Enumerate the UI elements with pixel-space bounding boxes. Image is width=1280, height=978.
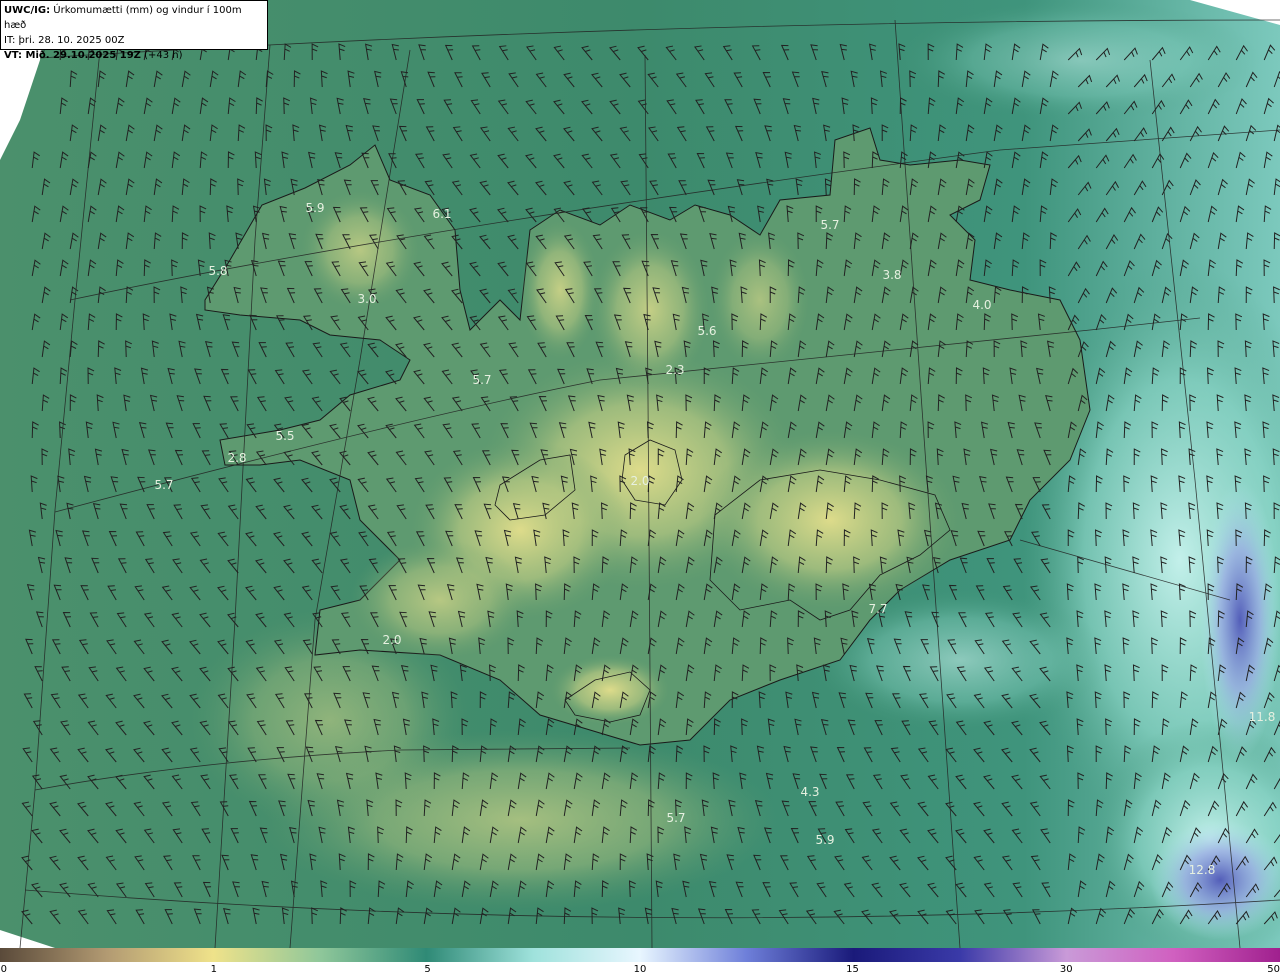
legend-tick-label: 15 — [846, 964, 859, 975]
precip-value: 3.0 — [357, 292, 376, 306]
legend-tick-label: 30 — [1059, 964, 1073, 975]
precip-value: 2.0 — [630, 474, 649, 488]
precip-value: 6.1 — [432, 207, 451, 221]
precip-value: 5.7 — [472, 373, 491, 387]
precip-value: 2.8 — [227, 451, 246, 465]
precip-value: 12.8 — [1189, 863, 1216, 877]
legend-tick-label: 1 — [210, 964, 217, 975]
precip-value: 5.7 — [154, 478, 173, 492]
precip-value: 5.7 — [666, 811, 685, 825]
precip-value: 4.3 — [800, 785, 819, 799]
precip-value: 5.7 — [820, 218, 839, 232]
precip-value: 2.0 — [382, 633, 401, 647]
legend-tick-label: 0 — [0, 964, 8, 975]
precip-value: 5.9 — [815, 833, 834, 847]
precip-value: 11.8 — [1249, 710, 1276, 724]
precip-value: 5.9 — [305, 201, 324, 215]
header-init-time: IT: þri. 28. 10. 2025 00Z — [4, 35, 125, 46]
legend-tick-label: 50 — [1267, 964, 1280, 975]
map-header: UWC/IG: Úrkomumætti (mm) og vindur í 100… — [0, 0, 268, 61]
precip-value: 5.6 — [697, 324, 716, 338]
precip-value: 4.0 — [972, 298, 991, 312]
header-valid-time: VT: Mið. 29.10.2025 19Z — [4, 50, 141, 61]
precip-value: 5.8 — [208, 264, 227, 278]
header-product: UWC/IG: — [4, 5, 51, 16]
legend-tick-label: 5 — [424, 964, 431, 975]
forecast-map: 5.9 6.1 5.7 5.8 3.8 3.0 4.0 5.6 2.3 5.7 5.5 2.8 5.7 2… — [0, 0, 1280, 948]
legend-tick-label: 10 — [633, 964, 647, 975]
precip-value: 3.8 — [882, 268, 901, 282]
precip-value: 5.5 — [275, 429, 294, 443]
color-scale-bar — [0, 948, 1280, 962]
precip-value: 7.7 — [868, 602, 887, 616]
precip-value: 2.3 — [665, 363, 684, 377]
color-legend: 0 1 5 10 15 30 50 — [0, 948, 1280, 978]
header-lead-time: (+43 h) — [144, 50, 183, 61]
